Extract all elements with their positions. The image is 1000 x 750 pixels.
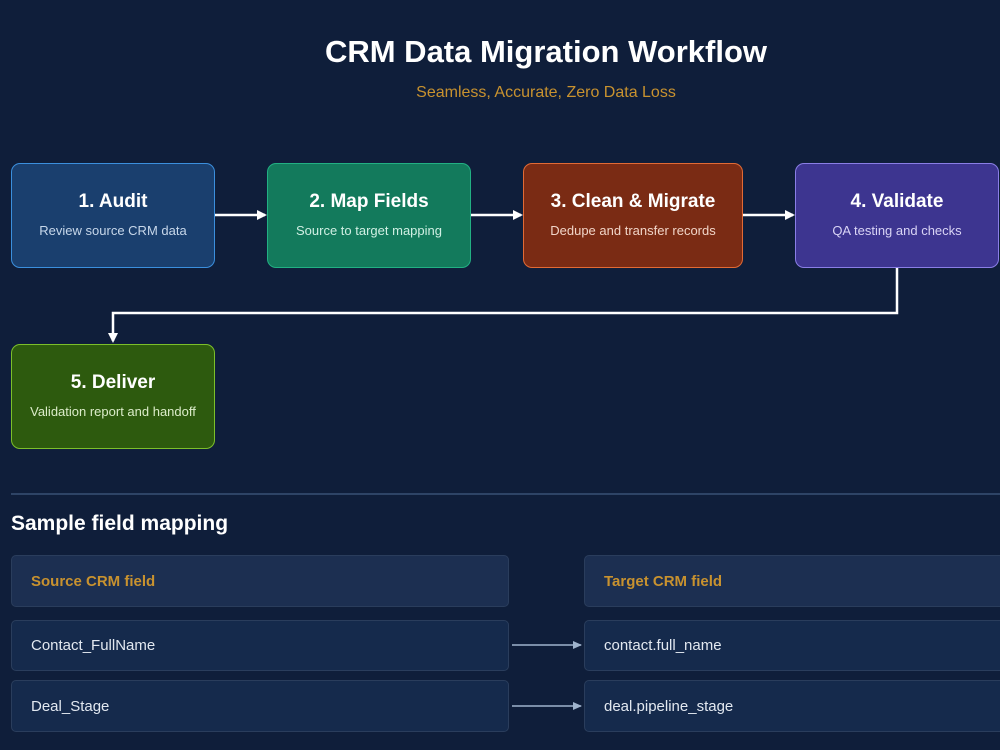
- target-column-header: Target CRM field: [584, 555, 1000, 607]
- source-column-header: Source CRM field: [11, 555, 509, 607]
- step-deliver: 5. Deliver Validation report and handoff: [11, 344, 215, 449]
- step-title: 4. Validate: [850, 191, 944, 212]
- step-title: 5. Deliver: [70, 372, 156, 393]
- step-title: 3. Clean & Migrate: [550, 191, 716, 212]
- step-description: Review source CRM data: [39, 223, 187, 238]
- target-field-cell: deal.pipeline_stage: [584, 680, 1000, 732]
- source-field-cell: Contact_FullName: [11, 620, 509, 671]
- workflow-diagram: CRM Data Migration Workflow Seamless, Ac…: [0, 0, 1000, 750]
- step-description: QA testing and checks: [832, 223, 962, 238]
- step-description: Validation report and handoff: [30, 404, 196, 419]
- page-title: CRM Data Migration Workflow: [324, 34, 768, 69]
- step-title: 2. Map Fields: [309, 191, 429, 212]
- mapping-section-title: Sample field mapping: [11, 512, 229, 535]
- step-validate: 4. Validate QA testing and checks: [795, 163, 999, 268]
- step-description: Dedupe and transfer records: [550, 223, 716, 238]
- step-clean-migrate: 3. Clean & Migrate Dedupe and transfer r…: [523, 163, 743, 268]
- source-field-cell: Deal_Stage: [11, 680, 509, 732]
- step-description: Source to target mapping: [296, 223, 442, 238]
- section-divider: [11, 493, 1000, 495]
- page-subtitle: Seamless, Accurate, Zero Data Loss: [416, 84, 676, 101]
- target-field-cell: contact.full_name: [584, 620, 1000, 671]
- step-title: 1. Audit: [78, 191, 148, 212]
- step-map-fields: 2. Map Fields Source to target mapping: [267, 163, 471, 268]
- step-audit: 1. Audit Review source CRM data: [11, 163, 215, 268]
- connector-validate-to-deliver: [108, 268, 899, 343]
